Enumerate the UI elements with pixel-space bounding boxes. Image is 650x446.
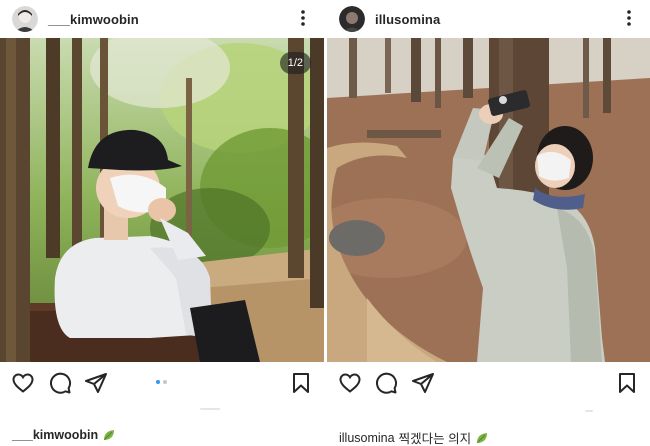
right-post: illusomina illusomina 찍겠다는 의지 [327,0,650,446]
carousel-dot [163,380,167,384]
media-counter-badge: 1/2 [279,52,311,74]
share-icon[interactable] [411,371,435,395]
share-icon[interactable] [84,371,108,395]
caption-username[interactable]: ___kimwoobin [12,428,98,442]
more-icon[interactable] [624,8,634,28]
left-avatar[interactable] [12,6,38,32]
right-post-header: illusomina [327,0,650,38]
right-post-photo[interactable] [327,38,650,362]
carousel-dot-active [156,380,160,384]
caption-text: 찍겠다는 의지 [398,432,472,446]
left-username[interactable]: ___kimwoobin [48,12,139,27]
right-caption: illusomina 찍겠다는 의지 [339,428,489,446]
right-action-bar [327,366,650,400]
leaf-icon [104,430,115,440]
bookmark-icon[interactable] [615,371,639,395]
left-caption: ___kimwoobin [12,428,116,442]
left-post: ___kimwoobin 1/2 ___kimwoobin [0,0,324,446]
comment-icon[interactable] [48,371,72,395]
comment-icon[interactable] [374,371,398,395]
left-post-header: ___kimwoobin [0,0,324,38]
more-icon[interactable] [298,8,308,28]
right-avatar[interactable] [339,6,365,32]
left-post-photo[interactable] [0,38,324,362]
heart-icon[interactable] [11,371,35,395]
carousel-indicator [156,380,167,384]
bookmark-icon[interactable] [289,371,313,395]
right-username[interactable]: illusomina [375,12,440,27]
hidden-stat-line [200,408,220,410]
hidden-stat-line [585,410,593,412]
caption-username[interactable]: illusomina [339,431,395,445]
leaf-icon [477,432,488,443]
heart-icon[interactable] [338,371,362,395]
